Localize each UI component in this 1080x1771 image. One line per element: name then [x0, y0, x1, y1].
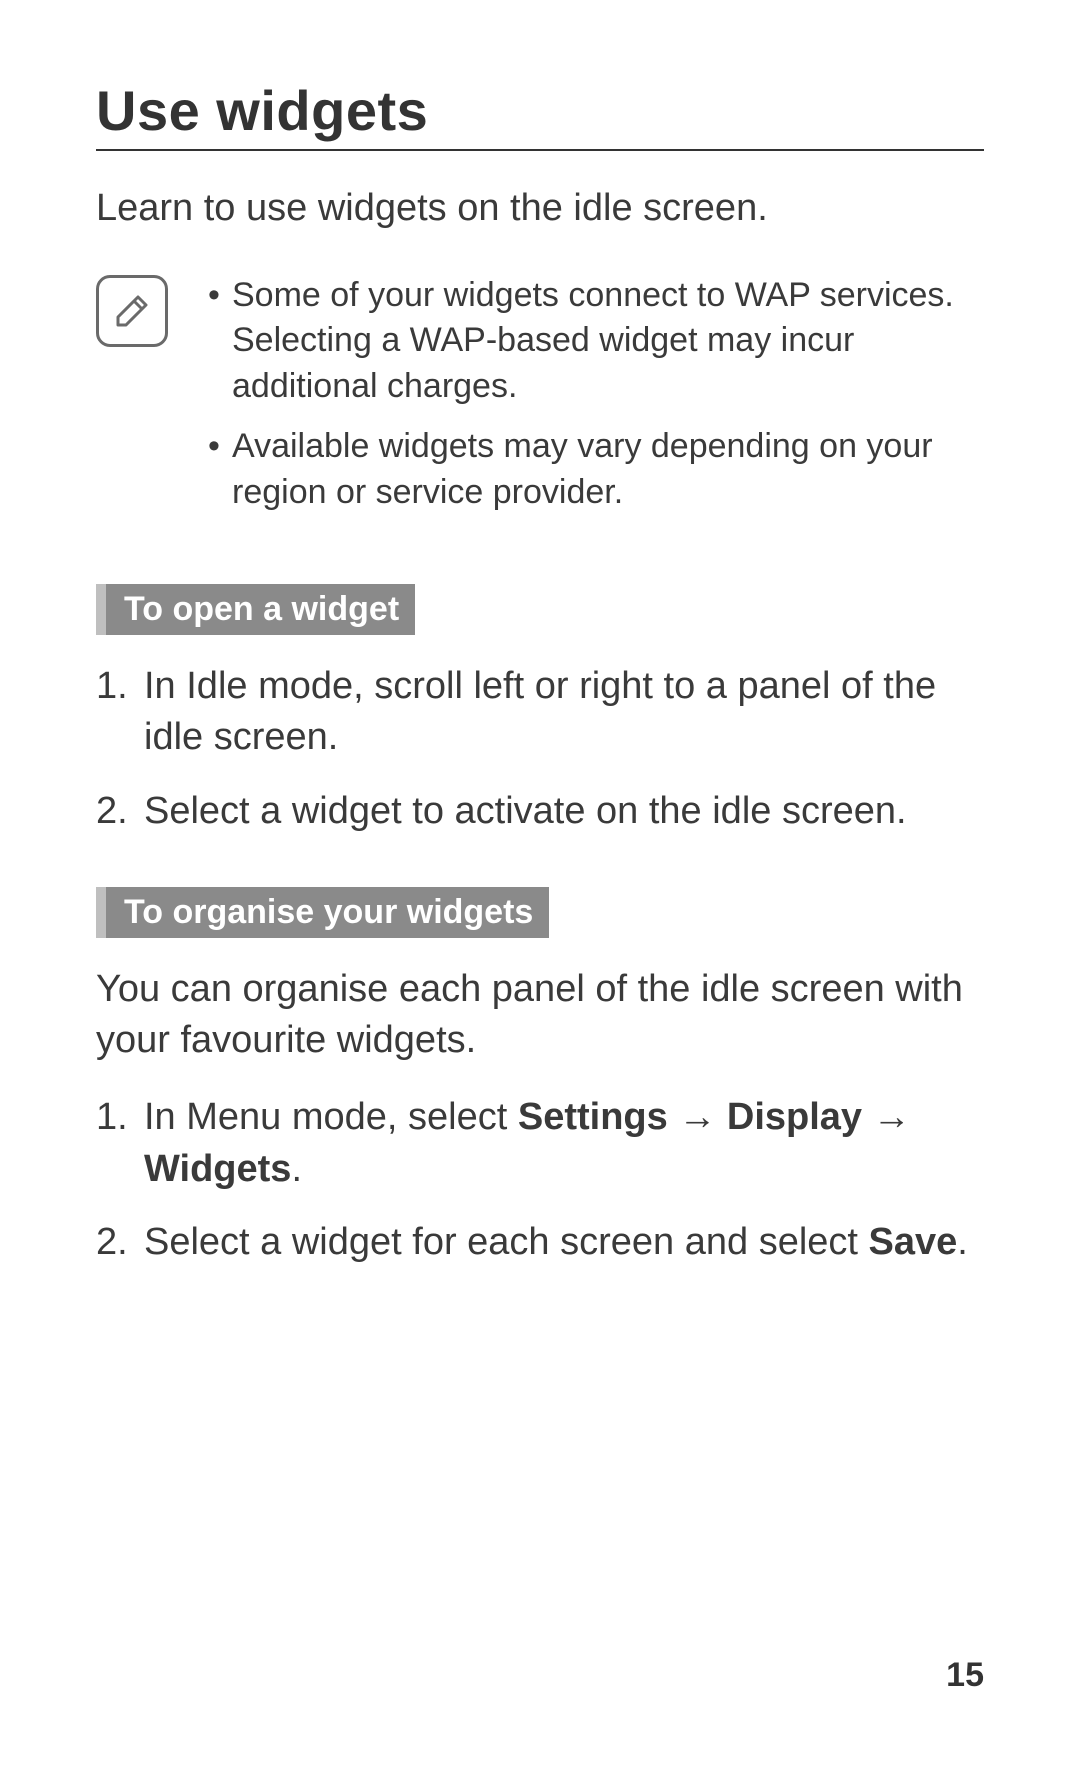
pencil-note-icon	[108, 287, 156, 335]
steps-list: In Idle mode, scroll left or right to a …	[96, 661, 984, 837]
text-run: Select a widget to activate on the idle …	[144, 790, 907, 832]
note-list: Some of your widgets connect to WAP serv…	[174, 273, 984, 530]
text-run: In Menu mode, select	[144, 1096, 518, 1138]
step-item: In Menu mode, select Settings → Display …	[96, 1092, 984, 1195]
text-run: Select a widget for each screen and sele…	[144, 1221, 869, 1263]
section-body: You can organise each panel of the idle …	[96, 964, 984, 1067]
page-title: Use widgets	[96, 78, 984, 143]
note-block: Some of your widgets connect to WAP serv…	[96, 273, 984, 530]
step-item: In Idle mode, scroll left or right to a …	[96, 661, 984, 764]
text-run: In Idle mode, scroll left or right to a …	[144, 665, 936, 758]
note-item: Available widgets may vary depending on …	[208, 424, 984, 516]
sub-heading: To organise your widgets	[96, 887, 549, 938]
page-number: 15	[946, 1656, 984, 1695]
section-organise-widgets: To organise your widgets You can organis…	[96, 887, 984, 1268]
text-run: →	[862, 1096, 911, 1138]
title-underline	[96, 149, 984, 151]
text-run: →	[668, 1096, 727, 1138]
section-open-widget: To open a widget In Idle mode, scroll le…	[96, 584, 984, 837]
steps-list: In Menu mode, select Settings → Display …	[96, 1092, 984, 1268]
step-item: Select a widget for each screen and sele…	[96, 1217, 984, 1268]
intro-text: Learn to use widgets on the idle screen.	[96, 185, 984, 233]
note-icon	[96, 275, 168, 347]
bold-run: Display	[727, 1096, 862, 1138]
step-item: Select a widget to activate on the idle …	[96, 786, 984, 837]
text-run: .	[957, 1221, 968, 1263]
document-page: Use widgets Learn to use widgets on the …	[0, 0, 1080, 1771]
bold-run: Settings	[518, 1096, 668, 1138]
note-icon-wrap	[96, 273, 174, 347]
note-item: Some of your widgets connect to WAP serv…	[208, 273, 984, 411]
sub-heading: To open a widget	[96, 584, 415, 635]
bold-run: Save	[869, 1221, 958, 1263]
bold-run: Widgets	[144, 1148, 291, 1190]
text-run: .	[291, 1148, 302, 1190]
